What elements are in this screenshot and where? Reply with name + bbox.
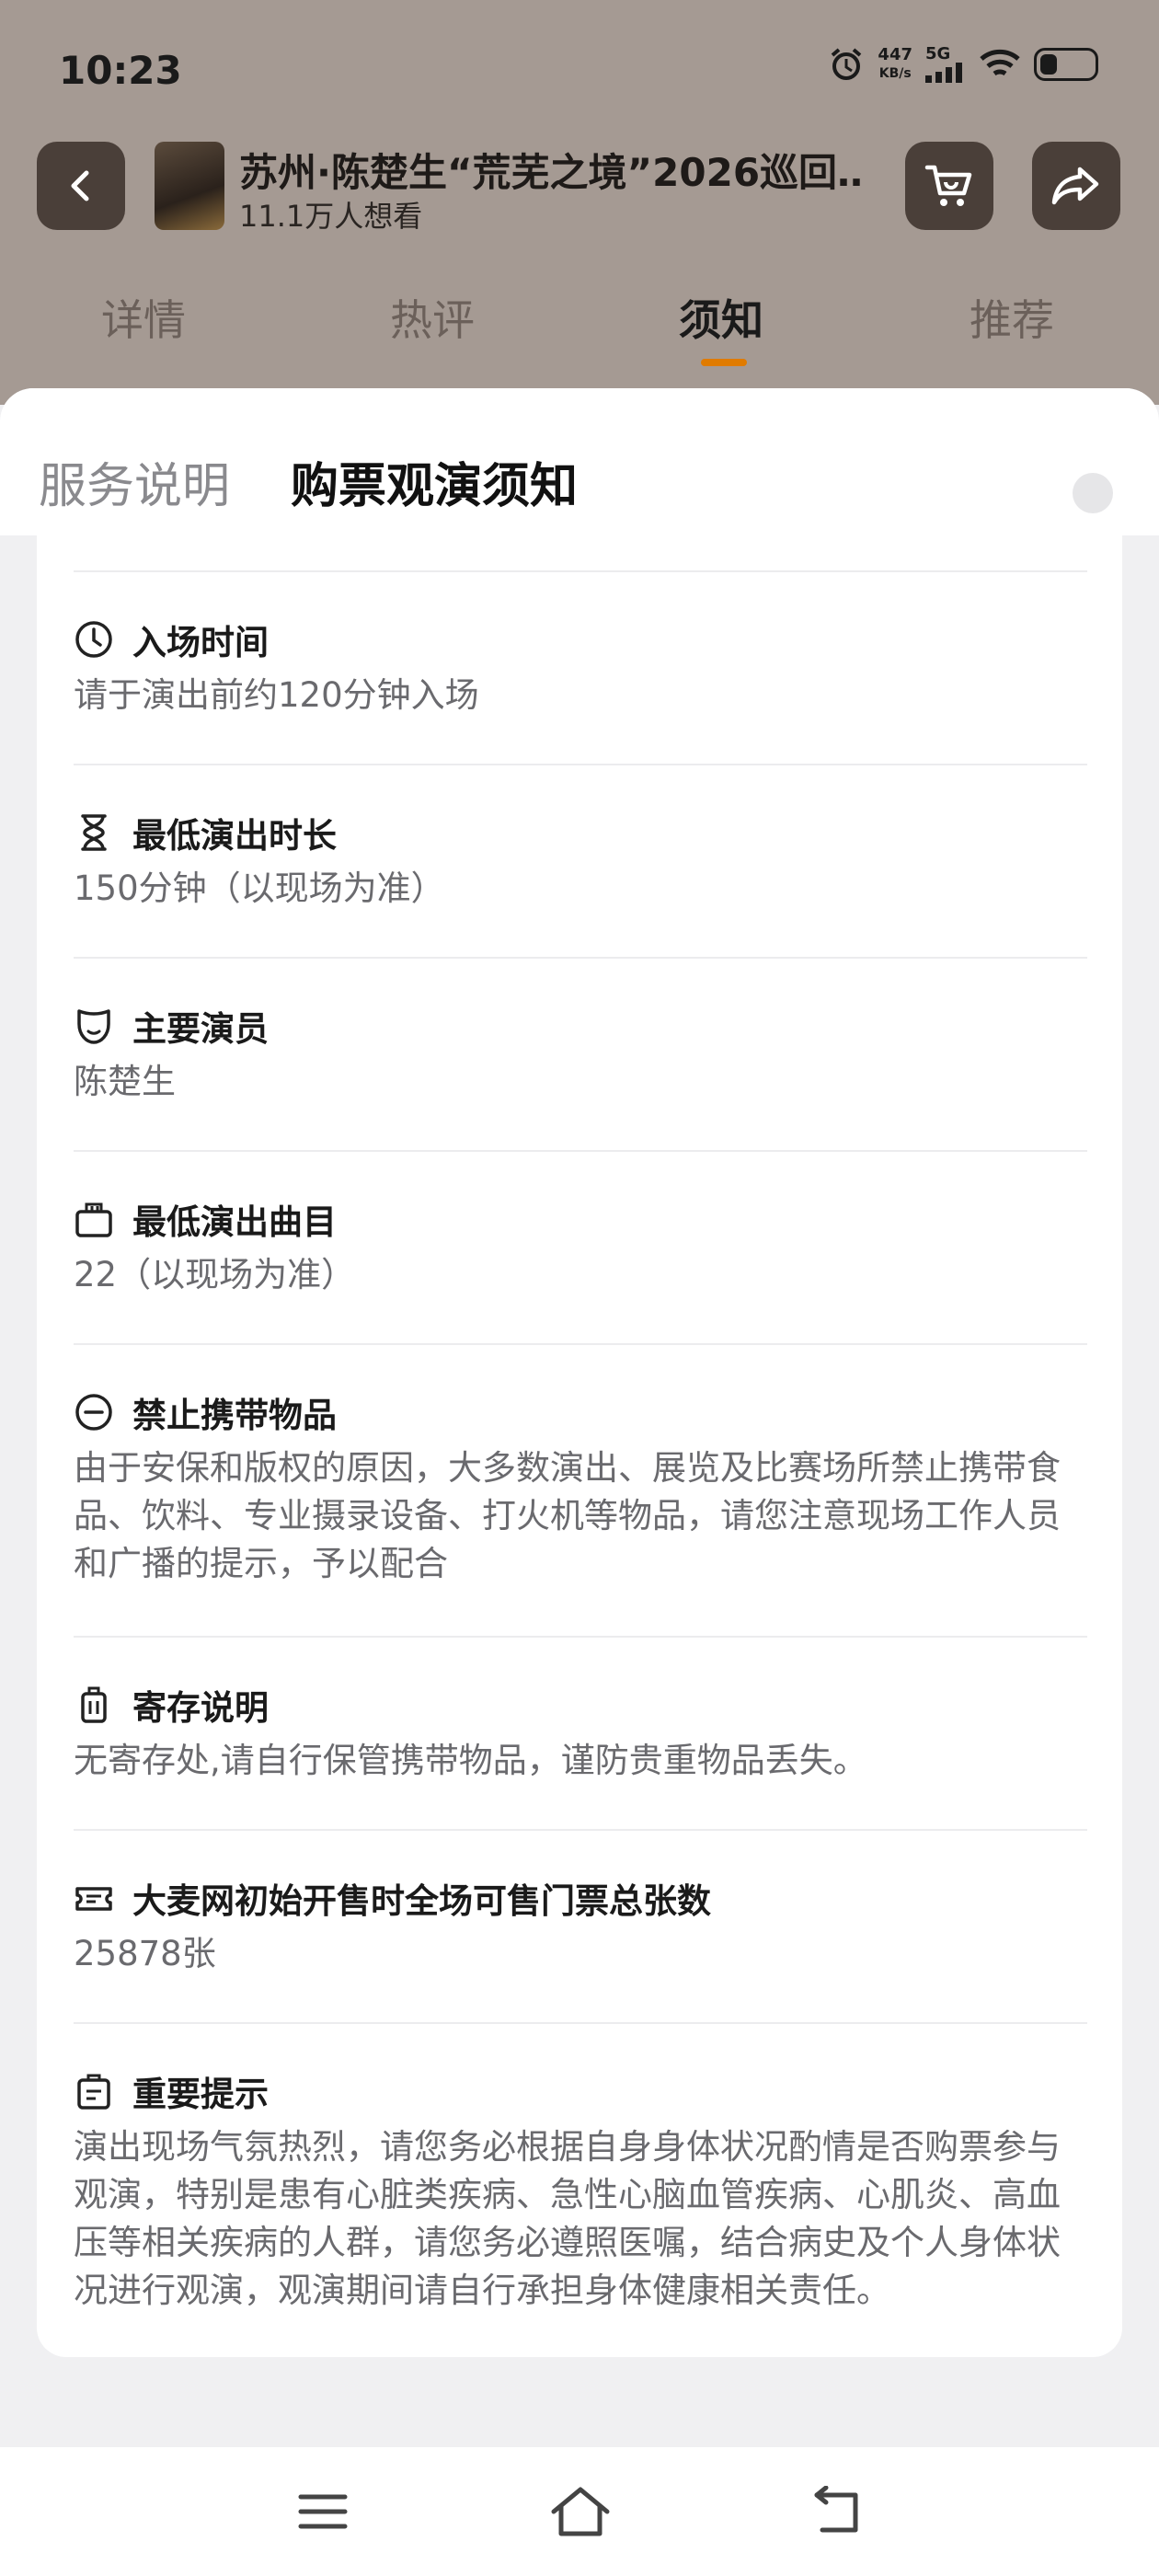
tab-ticket-notice[interactable]: 购票观演须知 <box>291 447 578 516</box>
cart-button[interactable] <box>905 142 993 230</box>
notice-item-title: 重要提示 <box>74 2066 269 2116</box>
notice-item: 寄存说明 无寄存处,请自行保管携带物品，谨防贵重物品丢失。 <box>74 1636 1087 1829</box>
tickets-icon <box>74 1199 114 1239</box>
notice-item: 禁止携带物品 由于安保和版权的原因，大多数演出、展览及比赛场所禁止携带食品、饮料… <box>74 1343 1087 1636</box>
show-poster-thumbnail[interactable] <box>155 142 224 230</box>
menu-nav-button[interactable] <box>291 2484 355 2539</box>
notice-item-body: 25878张 <box>74 1934 216 1973</box>
signal-bars-icon <box>925 63 962 83</box>
network-speed: 447 KB/s <box>878 46 912 83</box>
notice-item-title-text: 主要演员 <box>132 1009 269 1049</box>
system-nav-bar <box>0 2447 1159 2576</box>
tab-service-info[interactable]: 服务说明 <box>39 447 230 516</box>
notice-item-body: 演出现场气氛热烈，请您务必根据自身身体状况酌情是否购票参与观演，特别是患有心脏类… <box>74 2127 1061 2310</box>
clock-icon <box>74 619 114 660</box>
minus-circle-icon <box>74 1392 114 1432</box>
sheet-header: 服务说明 购票观演须知 <box>0 388 1159 535</box>
want-to-see-count: 11.1万人想看 <box>239 199 423 234</box>
wifi-icon <box>980 49 1020 76</box>
chevron-left-icon <box>71 170 89 201</box>
sheet-handle-icon[interactable] <box>1073 473 1113 513</box>
tab-reviews[interactable]: 热评 <box>390 287 475 348</box>
hourglass-icon <box>74 812 114 853</box>
notice-item-title: 入场时间 <box>74 615 269 664</box>
notice-item-title-text: 寄存说明 <box>132 1688 269 1728</box>
return-icon <box>814 2486 858 2533</box>
ticket-icon <box>74 1878 114 1918</box>
mask-icon <box>74 1006 114 1046</box>
status-icons: 447 KB/s 5G <box>828 46 1098 83</box>
notice-item: 重要提示 演出现场气氛热烈，请您务必根据自身身体状况酌情是否购票参与观演，特别是… <box>74 2022 1087 2357</box>
notice-item-title: 最低演出曲目 <box>74 1194 337 1244</box>
notice-item-body: 22（以现场为准） <box>74 1255 356 1294</box>
notice-item: 最低演出时长 150分钟（以现场为准） <box>74 764 1087 957</box>
notice-item-title-text: 入场时间 <box>132 623 269 662</box>
notice-item-title-text: 重要提示 <box>132 2075 269 2114</box>
alarm-icon <box>832 48 862 80</box>
home-nav-button[interactable] <box>548 2484 613 2539</box>
notice-item-body: 无寄存处,请自行保管携带物品，谨防贵重物品丢失。 <box>74 1741 867 1780</box>
notice-card: 入场时间 请于演出前约120分钟入场 最低演出时长 150分钟（以现场为准） 主… <box>37 535 1122 2357</box>
share-arrow-icon <box>1051 167 1099 205</box>
network-type: 5G <box>925 44 951 63</box>
notice-item-title-text: 禁止携带物品 <box>132 1396 337 1435</box>
notice-item-body: 陈楚生 <box>74 1062 176 1101</box>
detail-tabs: 详情 热评 须知 推荐 <box>0 276 1159 377</box>
notice-sheet: 服务说明 购票观演须知 入场时间 请于演出前约120分钟入场 最低演出时长 15… <box>0 388 1159 2576</box>
notice-item-title: 寄存说明 <box>74 1680 269 1730</box>
active-tab-indicator <box>701 359 747 366</box>
notice-item-body: 由于安保和版权的原因，大多数演出、展览及比赛场所禁止携带食品、饮料、专业摄录设备… <box>74 1448 1061 1583</box>
status-time: 10:23 <box>59 48 182 93</box>
notice-item-title: 禁止携带物品 <box>74 1387 337 1437</box>
notice-item-title: 大麦网初始开售时全场可售门票总张数 <box>74 1873 711 1923</box>
notice-item-body: 150分钟（以现场为准） <box>74 868 445 908</box>
luggage-icon <box>74 1685 114 1725</box>
back-nav-button[interactable] <box>804 2484 868 2539</box>
notice-item: 最低演出曲目 22（以现场为准） <box>74 1150 1087 1343</box>
notice-item-title: 最低演出时长 <box>74 808 337 857</box>
notice-item: 主要演员 陈楚生 <box>74 957 1087 1150</box>
notice-item-title-text: 大麦网初始开售时全场可售门票总张数 <box>132 1881 711 1921</box>
notice-item-title-text: 最低演出时长 <box>132 816 337 856</box>
notice-item: 大麦网初始开售时全场可售门票总张数 25878张 <box>74 1829 1087 2022</box>
home-icon <box>551 2487 610 2536</box>
battery-icon <box>1034 48 1098 81</box>
app-header: 苏州·陈楚生“荒芜之境”2026巡回… 11.1万人想看 <box>0 138 1159 258</box>
tab-recommend[interactable]: 推荐 <box>970 287 1054 348</box>
notice-item: 入场时间 请于演出前约120分钟入场 <box>74 570 1087 764</box>
cellular-signal: 5G <box>925 46 966 83</box>
menu-icon <box>298 2494 348 2529</box>
notice-item-title-text: 最低演出曲目 <box>132 1202 337 1242</box>
speed-unit: KB/s <box>878 66 912 81</box>
tab-details[interactable]: 详情 <box>101 287 186 348</box>
back-button[interactable] <box>37 142 125 230</box>
show-title: 苏州·陈楚生“荒芜之境”2026巡回… <box>239 150 865 195</box>
notice-item-body: 请于演出前约120分钟入场 <box>74 675 479 715</box>
notice-item-title: 主要演员 <box>74 1001 269 1051</box>
cart-icon <box>924 165 972 206</box>
share-button[interactable] <box>1032 142 1120 230</box>
speed-value: 447 <box>878 45 912 64</box>
clipboard-icon <box>74 2071 114 2111</box>
status-bar: 10:23 447 KB/s 5G <box>0 0 1159 138</box>
tab-notice[interactable]: 须知 <box>679 287 763 348</box>
